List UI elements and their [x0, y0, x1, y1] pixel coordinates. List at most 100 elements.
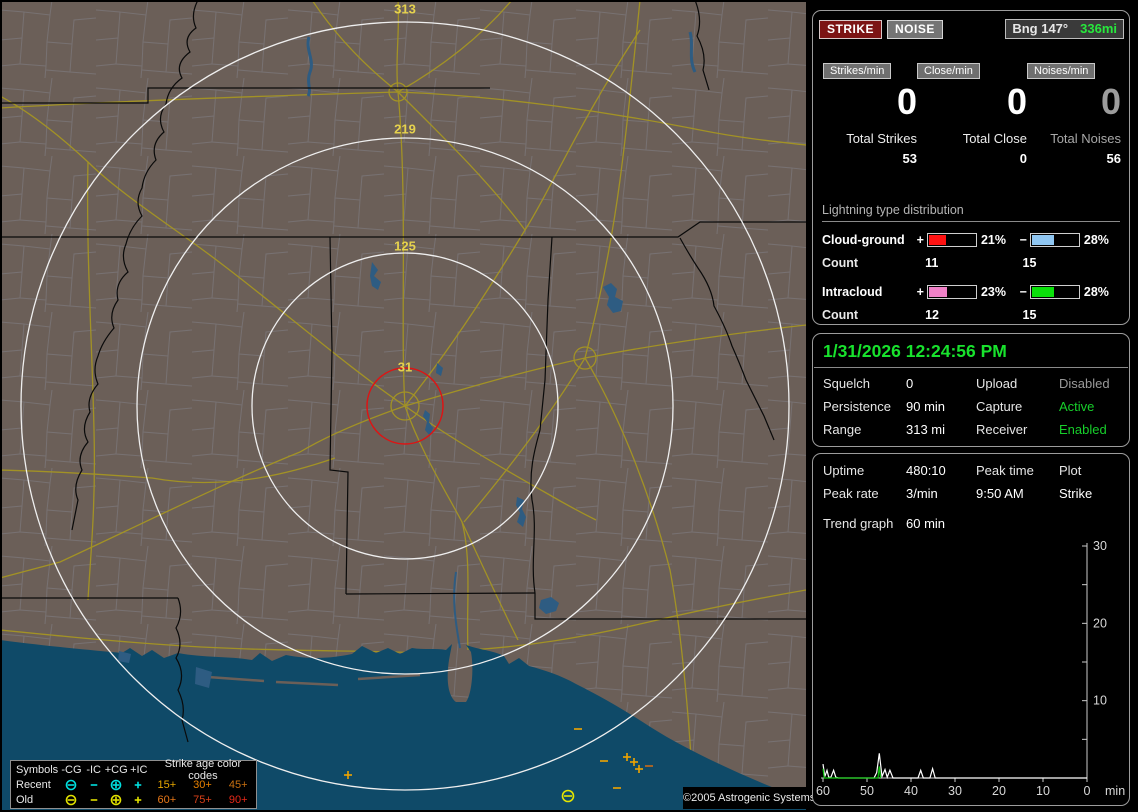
trend-series-strikes: [822, 753, 1087, 780]
minus-icon: [83, 778, 105, 792]
trend-panel: Uptime 480:10 Peak time Plot Peak rate 3…: [812, 453, 1130, 806]
trend-axes: [821, 543, 1088, 782]
status-row-1: Squelch 0 Upload Disabled: [813, 376, 1129, 391]
strike-symbol-circle-minus: [66, 779, 77, 790]
cg-minus-percent: 28%: [1083, 233, 1109, 247]
legend-col--cg: -CG: [61, 763, 82, 776]
rate-counters: Strikes/min 0 Total Strikes 53 Close/min…: [823, 63, 1121, 166]
legend-col-+ic: +IC: [130, 763, 148, 776]
minus-sign: −: [1019, 285, 1027, 299]
svg-text:0: 0: [1084, 784, 1091, 798]
persistence-value: 90 min: [906, 399, 946, 414]
svg-text:30: 30: [1093, 539, 1107, 553]
total-close-label: Total Close: [962, 131, 1027, 146]
persistence-label: Persistence: [823, 399, 891, 414]
svg-text:min: min: [1105, 784, 1125, 798]
svg-text:30: 30: [948, 784, 962, 798]
stats-row-3: Trend graph 60 min: [813, 516, 1129, 531]
copyright-notice: ©2005 Astrogenic Systems: [683, 787, 815, 809]
total-noises-value: 56: [1106, 151, 1121, 166]
cloud-ground-count-row: Count 11 15: [822, 256, 1120, 270]
legend-row-old: Old 60+ 75+ 90+: [16, 792, 256, 807]
peak-time-label: Peak time: [976, 463, 1034, 478]
toolbar: STRIKE NOISE Bng 147° 336mi: [819, 19, 1124, 39]
uptime-value: 480:10: [906, 463, 946, 478]
circle-plus-icon: [105, 778, 127, 792]
bearing-range-readout: Bng 147° 336mi: [1005, 19, 1124, 39]
total-strikes-value: 53: [902, 151, 917, 166]
distance-value: 336mi: [1080, 21, 1117, 36]
legend-col--ic: -IC: [86, 763, 101, 776]
strike-mode-button[interactable]: STRIKE: [819, 19, 883, 39]
ic-minus-percent: 28%: [1083, 285, 1109, 299]
cg-plus-percent: 21%: [980, 233, 1006, 247]
status-row-3: Range 313 mi Receiver Enabled: [813, 422, 1129, 437]
legend-header-row: Symbols -CG -IC +CG +IC Strike age color…: [16, 758, 256, 782]
stats-row-1: Uptime 480:10 Peak time Plot: [813, 463, 1129, 478]
strike-age-code: 60+: [157, 793, 177, 806]
cloud-ground-row: Cloud-ground + 21% − 28%: [822, 233, 1120, 247]
map-area[interactable]: 313 219 125 31 Symbols -CG -IC +CG +IC Stri…: [2, 2, 815, 810]
strike-age-code: 45+: [228, 778, 248, 791]
ic-minus-count: 15: [1022, 308, 1037, 322]
receiver-label: Receiver: [976, 422, 1028, 437]
receiver-value: Enabled: [1059, 422, 1107, 437]
cloud-ground-label: Cloud-ground: [822, 233, 905, 247]
count-label: Count: [822, 256, 859, 270]
legend-symbols-header: Symbols: [16, 763, 59, 776]
total-strikes-label: Total Strikes: [846, 131, 917, 146]
close-rate-value: 0: [1006, 81, 1027, 122]
plot-value: Strike: [1059, 486, 1093, 501]
ic-plus-count: 12: [925, 308, 939, 322]
strike-symbol-circle-plus: [110, 779, 122, 790]
svg-text:40: 40: [904, 784, 918, 798]
distribution-title: Lightning type distribution: [822, 203, 1120, 222]
ring-distance-label: 313: [394, 2, 416, 17]
strike-symbol-plus: [134, 781, 142, 788]
minus-sign: −: [1019, 233, 1027, 247]
strike-age-code: 15+: [157, 778, 177, 791]
plus-icon: [127, 793, 149, 807]
circle-plus-icon: [105, 793, 127, 807]
strikes-counter: Strikes/min 0 Total Strikes 53: [823, 63, 917, 166]
intracloud-label: Intracloud: [822, 285, 883, 299]
noises-per-min-button[interactable]: Noises/min: [1027, 63, 1096, 79]
noises-rate-value: 0: [1100, 81, 1121, 122]
bearing-value: Bng 147°: [1012, 21, 1069, 36]
legend-row-recent: Recent 15+ 30+ 45+: [16, 777, 256, 792]
ring-distance-label: 219: [394, 122, 416, 137]
trend-graph-label: Trend graph: [823, 516, 894, 531]
ring-distance-label: 31: [398, 360, 412, 375]
symbol-legend: Symbols -CG -IC +CG +IC Strike age color…: [10, 758, 257, 809]
minus-icon: [83, 793, 105, 807]
plot-label: Plot: [1059, 463, 1082, 478]
trend-chart: 30 20 10 60 50 40 30 20 10 0 min: [816, 539, 1125, 798]
total-noises-label: Total Noises: [1050, 131, 1121, 146]
lightning-map[interactable]: 313 219 125 31: [2, 2, 806, 810]
upload-value: Disabled: [1059, 376, 1110, 391]
strike-age-code: 75+: [193, 793, 212, 806]
trend-window-value: 60 min: [906, 516, 946, 531]
plus-icon: [127, 778, 149, 792]
ic-minus-bar: [1030, 285, 1080, 299]
ring-distance-label: 125: [394, 239, 416, 254]
cg-minus-bar: [1030, 233, 1080, 247]
plus-sign: +: [916, 285, 924, 299]
peak-time-value: 9:50 AM: [976, 486, 1024, 501]
uptime-label: Uptime: [823, 463, 865, 478]
strikes-per-min-button[interactable]: Strikes/min: [823, 63, 892, 79]
svg-text:10: 10: [1036, 784, 1050, 798]
svg-text:20: 20: [992, 784, 1006, 798]
close-per-min-button[interactable]: Close/min: [917, 63, 980, 79]
range-value: 313 mi: [906, 422, 946, 437]
cg-plus-count: 11: [925, 256, 939, 270]
plus-sign: +: [916, 233, 924, 247]
intracloud-row: Intracloud + 23% − 28%: [822, 285, 1120, 299]
noise-mode-button[interactable]: NOISE: [887, 19, 943, 39]
intracloud-count-row: Count 12 15: [822, 308, 1120, 322]
status-panel: 1/31/2026 12:24:56 PM Squelch 0 Upload D…: [812, 333, 1130, 447]
strikes-rate-value: 0: [896, 81, 917, 122]
strike-symbol-circle-plus: [110, 794, 122, 805]
datetime-display: 1/31/2026 12:24:56 PM: [814, 334, 1128, 368]
strike-stats-panel: STRIKE NOISE Bng 147° 336mi Strikes/min 0…: [812, 10, 1130, 325]
